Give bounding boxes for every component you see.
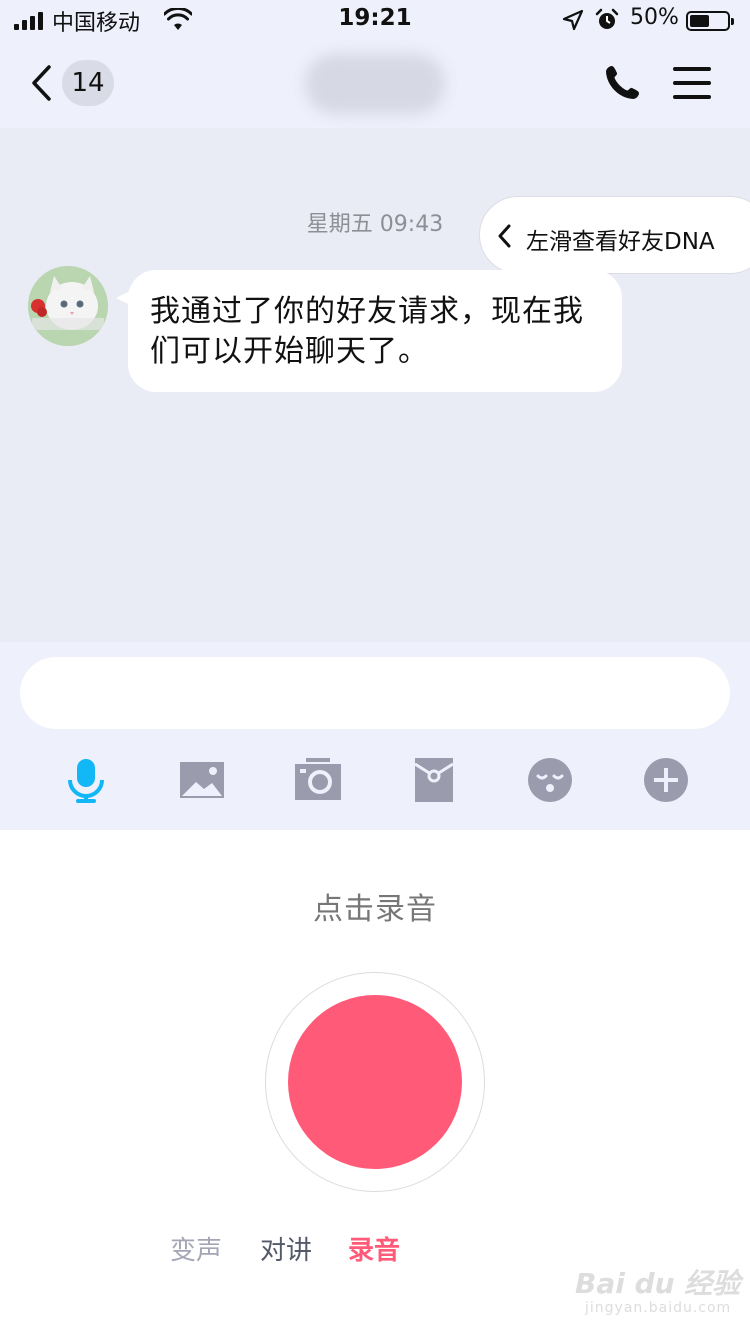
chevron-left-icon [498,224,511,248]
microphone-icon[interactable] [62,756,110,804]
record-hint: 点击录音 [313,892,437,927]
avatar[interactable] [28,266,108,346]
message-text: 我通过了你的好友请求，现在我们可以开始聊天了。 [150,294,584,369]
camera-icon[interactable] [294,756,342,804]
location-arrow-icon [562,9,584,31]
unread-count-badge[interactable]: 14 [62,60,114,106]
watermark-url: jingyan.baidu.com [585,1300,732,1316]
battery-icon [686,11,734,31]
plus-icon[interactable] [642,756,690,804]
alarm-icon [595,8,619,29]
contact-name-blurred [305,54,445,114]
battery-percent: 50% [630,5,679,30]
mode-walkie-talkie[interactable]: 对讲 [260,1230,312,1267]
friend-dna-label: 左滑查看好友DNA [526,229,715,255]
mode-record[interactable]: 录音 [348,1230,400,1267]
kitten-avatar-image [28,266,108,346]
menu-icon[interactable] [673,67,711,101]
chevron-left-icon[interactable] [30,64,52,102]
phone-icon[interactable] [603,62,643,102]
message-input[interactable] [20,657,730,729]
emoji-icon[interactable] [526,756,574,804]
record-button[interactable] [288,995,462,1169]
red-packet-icon[interactable] [410,756,458,804]
image-icon[interactable] [178,756,226,804]
watermark-brand: Bai du 经验 [575,1267,741,1300]
mode-voice-change[interactable]: 变声 [170,1230,222,1267]
